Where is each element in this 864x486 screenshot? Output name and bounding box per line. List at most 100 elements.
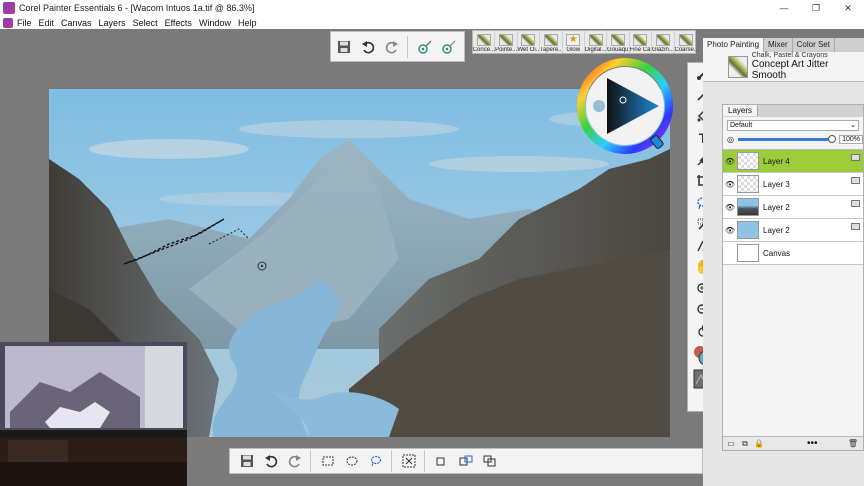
- brush-library-item[interactable]: Tapere...: [539, 31, 563, 53]
- brush-library-item[interactable]: Fine Ca...: [629, 31, 653, 53]
- trash-icon[interactable]: 🗑: [847, 439, 859, 449]
- layer-thumbnail: [737, 152, 759, 170]
- tab-color-set[interactable]: Color Set: [793, 38, 835, 52]
- tab-photo-painting[interactable]: Photo Painting: [703, 38, 765, 52]
- layer-thumbnail: [737, 198, 759, 216]
- new-layer-icon[interactable]: ▭: [725, 439, 737, 449]
- chevron-down-icon: ⌄: [850, 122, 856, 129]
- undo-icon[interactable]: [357, 36, 379, 58]
- lasso-select-icon[interactable]: [365, 450, 387, 472]
- layer-row[interactable]: 👁 Layer 2: [723, 219, 863, 242]
- toolbar-divider: [407, 35, 408, 58]
- menu-window[interactable]: Window: [199, 18, 231, 28]
- brush-library-item[interactable]: Glazin...: [651, 31, 675, 53]
- color-wheel[interactable]: [577, 58, 673, 154]
- redo-icon[interactable]: [284, 450, 306, 472]
- brush-swatch: [499, 34, 514, 46]
- eye-icon[interactable]: 👁: [723, 157, 737, 166]
- menu-file[interactable]: File: [17, 18, 32, 28]
- opacity-slider[interactable]: [737, 135, 837, 143]
- redo-icon[interactable]: [381, 36, 403, 58]
- tab-layers[interactable]: Layers: [723, 105, 759, 116]
- brush-category: Chalk, Pastel & Crayons: [751, 52, 828, 59]
- layer-row[interactable]: Canvas: [723, 242, 863, 265]
- painter-logo-icon: [3, 2, 15, 14]
- brush-library-item[interactable]: ★ Glow: [563, 31, 585, 53]
- brush-label: Tapere...: [539, 47, 562, 53]
- layer-name: Canvas: [763, 248, 791, 258]
- layer-row[interactable]: 👁 Layer 4: [723, 150, 863, 173]
- brush-label: Glow: [566, 47, 581, 53]
- document-icon[interactable]: [3, 17, 13, 28]
- tab-mixer[interactable]: Mixer: [764, 38, 793, 52]
- glow-star-icon: ★: [566, 34, 581, 46]
- title-bar: Corel Painter Essentials 6 - [Wacom Intu…: [0, 0, 864, 16]
- restore-button[interactable]: ❐: [800, 0, 832, 16]
- brush-variant: Concept Art Jitter Smooth: [751, 59, 829, 81]
- layer-stack-icon: [851, 177, 860, 184]
- opacity-value[interactable]: 100%: [839, 135, 863, 144]
- brush-library-item[interactable]: Wet Oi...: [517, 31, 541, 53]
- brush-selector[interactable]: Chalk, Pastel & Crayons Concept Art Jitt…: [703, 52, 864, 82]
- close-button[interactable]: ✕: [832, 0, 864, 16]
- minimize-button[interactable]: —: [768, 0, 800, 16]
- layer-group-icon[interactable]: ⧉: [739, 439, 751, 449]
- toolbar-divider: [424, 450, 425, 472]
- layer-stack-icon: [851, 154, 860, 161]
- undo-icon[interactable]: [260, 450, 282, 472]
- layer-row[interactable]: 👁 Layer 2: [723, 196, 863, 219]
- window-title: Corel Painter Essentials 6 - [Wacom Intu…: [19, 3, 255, 13]
- add-selection-icon[interactable]: [431, 450, 453, 472]
- select-all-icon[interactable]: [398, 450, 420, 472]
- menu-layers[interactable]: Layers: [99, 18, 126, 28]
- intersect-selection-icon[interactable]: [479, 450, 501, 472]
- opacity-slider-knob[interactable]: [828, 135, 837, 143]
- brush-info-text: Chalk, Pastel & Crayons Concept Art Jitt…: [752, 52, 864, 81]
- layer-row[interactable]: 👁 Layer 3: [723, 173, 863, 196]
- blend-mode-select[interactable]: Default ⌄: [727, 120, 859, 131]
- lock-icon[interactable]: 🔒: [753, 439, 765, 449]
- brush-label: Glazin...: [651, 47, 674, 53]
- brush-swatch: [543, 34, 558, 46]
- brush-swatch: [611, 34, 626, 46]
- brush-swatch: [588, 34, 603, 46]
- brush-label: Gouaqu...: [607, 47, 629, 53]
- brush-library-item[interactable]: Conce...: [472, 31, 496, 53]
- menu-edit[interactable]: Edit: [39, 18, 55, 28]
- brush-thumbnail: [728, 55, 748, 78]
- eye-icon[interactable]: 👁: [723, 180, 737, 189]
- layer-thumbnail: [737, 221, 759, 239]
- menu-effects[interactable]: Effects: [165, 18, 192, 28]
- brush-label: Digital...: [584, 47, 607, 53]
- rect-select-icon[interactable]: [317, 450, 339, 472]
- layer-name: Layer 3: [763, 179, 790, 189]
- brush-label: Conce...: [472, 47, 495, 53]
- layer-name: Layer 4: [763, 156, 790, 166]
- brush-library-item[interactable]: Pointe...: [495, 31, 518, 53]
- save-icon[interactable]: [236, 450, 258, 472]
- menu-help[interactable]: Help: [238, 18, 257, 28]
- menu-canvas[interactable]: Canvas: [61, 18, 92, 28]
- layer-stack-icon: [851, 200, 860, 207]
- brush-ghost-icon[interactable]: [414, 36, 436, 58]
- brush-library-item[interactable]: Digital...: [584, 31, 608, 53]
- layer-name: Layer 2: [763, 202, 790, 212]
- menu-select[interactable]: Select: [133, 18, 158, 28]
- subtract-selection-icon[interactable]: [455, 450, 477, 472]
- window-controls: — ❐ ✕: [768, 0, 864, 16]
- brush-swatch: [633, 34, 648, 46]
- brush-label: Fine Ca...: [629, 47, 651, 53]
- eye-icon[interactable]: 👁: [723, 203, 737, 212]
- eye-icon[interactable]: 👁: [723, 226, 737, 235]
- brush-swatch: [655, 34, 670, 46]
- save-icon[interactable]: [333, 36, 355, 58]
- brush-library-item[interactable]: Gouaqu...: [607, 31, 630, 53]
- more-options-button[interactable]: •••: [807, 438, 818, 449]
- layer-thumbnail: [737, 244, 759, 262]
- layer-name: Layer 2: [763, 225, 790, 235]
- brush-cursor-icon[interactable]: [438, 36, 460, 58]
- brush-library-strip: Conce... Pointe... Wet Oi... Tapere... ★…: [472, 30, 697, 54]
- oval-select-icon[interactable]: [341, 450, 363, 472]
- brush-library-item[interactable]: Coarse...: [675, 31, 697, 53]
- brush-label: Wet Oi...: [517, 47, 540, 53]
